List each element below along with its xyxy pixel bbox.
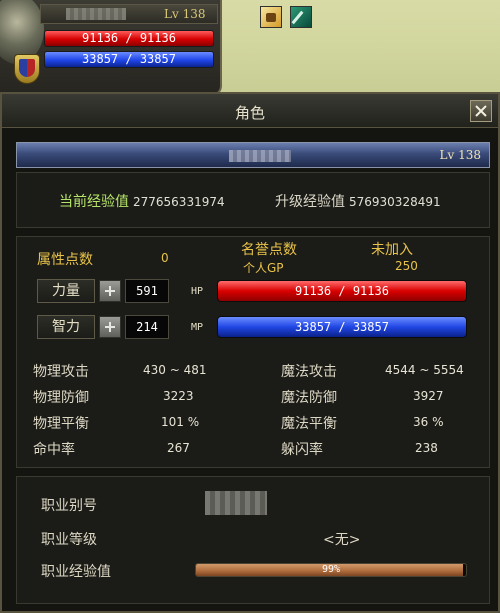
physical-attack-label: 物理攻击 — [33, 364, 89, 380]
current-exp-value: 277656331974 — [133, 195, 225, 209]
guild-crest-icon[interactable] — [14, 54, 40, 84]
stats-panel: 属性点数 0 名誉点数 未加入 个人GP 250 力量 591 HP 91136… — [16, 236, 490, 468]
next-exp-value: 576930328491 — [349, 195, 441, 209]
strength-label: 力量 — [37, 279, 95, 303]
magic-balance-label: 魔法平衡 — [281, 416, 337, 432]
magic-attack-label: 魔法攻击 — [281, 364, 337, 380]
physical-balance-value: 101 % — [161, 415, 200, 429]
window-titlebar[interactable]: 角色 — [2, 94, 498, 128]
honor-points-label: 名誉点数 — [241, 242, 297, 258]
job-exp-label: 职业经验值 — [41, 564, 111, 580]
experience-panel: 当前经验值 277656331974 升级经验值 576930328491 — [16, 172, 490, 228]
intelligence-label: 智力 — [37, 315, 95, 339]
close-button[interactable] — [470, 100, 492, 122]
hit-rate-value: 267 — [167, 441, 190, 455]
player-status-plate: Lv 138 91136 / 91136 33857 / 33857 — [0, 0, 222, 96]
current-exp: 当前经验值 277656331974 — [59, 191, 225, 211]
magic-balance-value: 36 % — [413, 415, 444, 429]
strength-value: 591 — [125, 279, 169, 303]
evasion-rate-label: 躲闪率 — [281, 442, 323, 458]
job-grade-label: 职业等级 — [41, 532, 97, 548]
player-level: Lv 138 — [164, 7, 206, 21]
physical-defense-label: 物理防御 — [33, 390, 89, 406]
mp-tag: MP — [191, 322, 204, 333]
job-grade-value: <无> — [323, 532, 361, 548]
intelligence-value: 214 — [125, 315, 169, 339]
magic-defense-value: 3927 — [413, 389, 444, 403]
character-level: Lv 138 — [439, 148, 481, 162]
window-title: 角色 — [234, 104, 265, 122]
magic-defense-label: 魔法防御 — [281, 390, 337, 406]
character-window: 角色 Lv 138 当前经验值 277656331974 升级经验值 5769303… — [0, 92, 500, 613]
job-alias-obscured — [205, 491, 267, 515]
close-icon — [475, 105, 487, 117]
character-name-obscured — [229, 150, 291, 162]
mp-bar: 33857 / 33857 — [217, 316, 467, 338]
hit-rate-label: 命中率 — [33, 442, 75, 458]
intelligence-plus-button[interactable] — [99, 316, 121, 338]
job-exp-bar: 99% — [195, 563, 467, 577]
strength-plus-button[interactable] — [99, 280, 121, 302]
player-name-obscured — [66, 8, 126, 20]
hp-bar: 91136 / 91136 — [217, 280, 467, 302]
evasion-rate-value: 238 — [415, 441, 438, 455]
player-mp-bar: 33857 / 33857 — [44, 51, 214, 68]
job-panel: 职业别号 职业等级 <无> 职业经验值 99% — [16, 476, 490, 604]
current-exp-label: 当前经验值 — [59, 194, 129, 210]
magic-attack-value: 4544 ~ 5554 — [385, 363, 464, 377]
job-alias-label: 职业别号 — [41, 498, 97, 514]
physical-defense-value: 3223 — [163, 389, 194, 403]
attribute-points-label: 属性点数 — [37, 252, 93, 268]
honor-status: 未加入 — [371, 242, 413, 258]
next-level-exp: 升级经验值 576930328491 — [275, 191, 441, 211]
physical-balance-label: 物理平衡 — [33, 416, 89, 432]
physical-attack-value: 430 ~ 481 — [143, 363, 207, 377]
job-exp-text: 99% — [321, 564, 341, 575]
character-name-bar: Lv 138 — [16, 142, 490, 168]
attribute-points-value: 0 — [161, 251, 169, 265]
hp-tag: HP — [191, 286, 204, 297]
sword-buff-icon[interactable] — [290, 6, 312, 28]
player-hp-bar: 91136 / 91136 — [44, 30, 214, 47]
personal-gp-value: 250 — [395, 259, 418, 273]
next-exp-label: 升级经验值 — [275, 194, 345, 210]
buff-icon[interactable] — [260, 6, 282, 28]
personal-gp-label: 个人GP — [243, 261, 284, 275]
